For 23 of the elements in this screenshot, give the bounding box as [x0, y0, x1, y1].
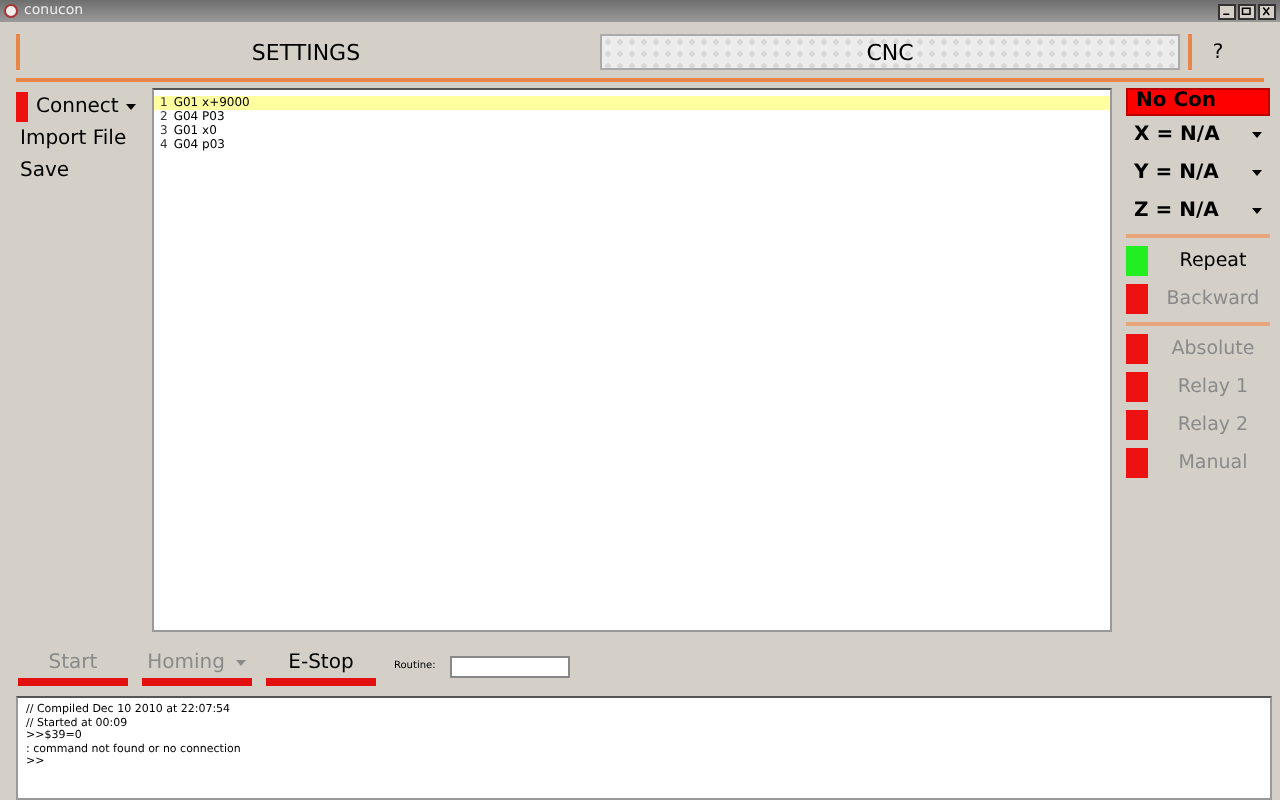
- caret-icon: [1252, 170, 1262, 176]
- maximize-button[interactable]: [1238, 3, 1256, 19]
- help-button[interactable]: ?: [1188, 34, 1244, 70]
- menu-item[interactable]: Import File: [20, 128, 127, 150]
- caret-icon: [126, 104, 137, 110]
- toggle-label[interactable]: Repeat: [1156, 250, 1270, 272]
- action-button[interactable]: E-Stop: [266, 646, 376, 686]
- minimize-button[interactable]: [1218, 3, 1236, 19]
- menu-item[interactable]: Connect: [36, 96, 119, 118]
- toggle-indicator[interactable]: [1126, 246, 1148, 276]
- tab[interactable]: CNC: [600, 34, 1180, 70]
- connection-status: No Con: [1126, 88, 1270, 116]
- tab[interactable]: SETTINGS: [16, 34, 592, 70]
- axis-readout: X = N/A: [1134, 124, 1220, 146]
- axis-readout: Z = N/A: [1134, 200, 1219, 222]
- caret-icon: [1252, 208, 1262, 214]
- axis-readout: Y = N/A: [1134, 162, 1219, 184]
- routine-field[interactable]: [449, 655, 570, 677]
- caret-icon: [1252, 132, 1262, 138]
- close-button[interactable]: [1258, 3, 1276, 19]
- caret-icon: [236, 659, 247, 665]
- app-icon: [4, 4, 18, 18]
- menu-item[interactable]: Save: [20, 160, 70, 182]
